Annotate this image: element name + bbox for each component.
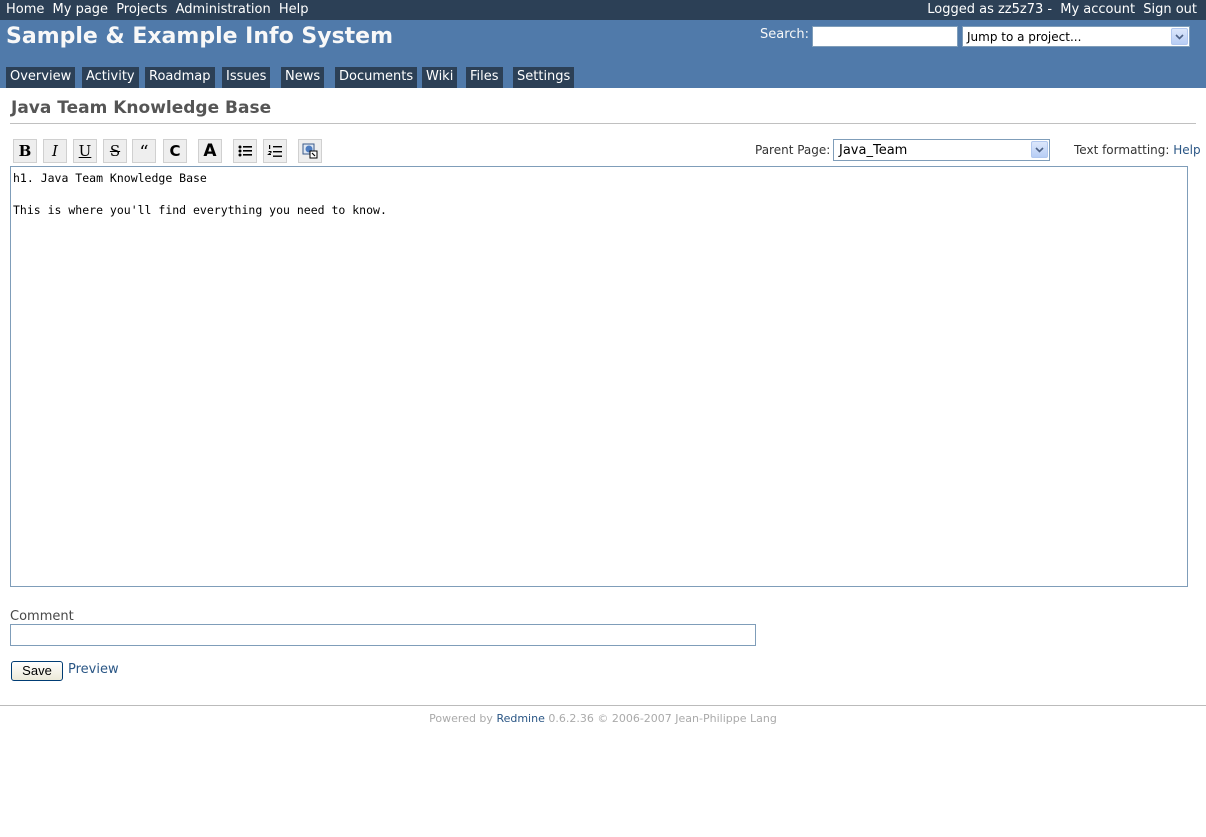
bold-icon[interactable]: B bbox=[13, 139, 37, 163]
tab-overview[interactable]: Overview bbox=[6, 67, 76, 88]
parent-page-select[interactable]: Java_Team bbox=[833, 139, 1050, 161]
my-account-link[interactable]: My account bbox=[1060, 2, 1135, 17]
footer-powered-by: Powered by bbox=[429, 712, 493, 725]
parent-page-value: Java_Team bbox=[839, 143, 908, 158]
heading-icon[interactable]: A bbox=[198, 139, 222, 163]
top-link-projects[interactable]: Projects bbox=[116, 2, 167, 17]
search-input[interactable] bbox=[812, 26, 958, 47]
search-label: Search: bbox=[760, 27, 810, 42]
bullet-list-icon[interactable] bbox=[233, 139, 257, 163]
title-divider bbox=[10, 123, 1196, 124]
link-icon[interactable] bbox=[298, 139, 322, 163]
top-link-my-page[interactable]: My page bbox=[53, 2, 109, 17]
tab-roadmap[interactable]: Roadmap bbox=[145, 67, 215, 88]
account-area: Logged as zz5z73 - My account Sign out bbox=[927, 2, 1197, 17]
tab-issues[interactable]: Issues bbox=[222, 67, 271, 88]
tab-activity[interactable]: Activity bbox=[82, 67, 139, 88]
jump-select-value: Jump to a project... bbox=[967, 30, 1082, 44]
top-menu: Home My page Projects Administration Hel… bbox=[0, 0, 1206, 20]
comment-label: Comment bbox=[10, 609, 74, 624]
tab-news[interactable]: News bbox=[281, 67, 325, 88]
redmine-link[interactable]: Redmine bbox=[496, 712, 544, 725]
chevron-down-icon[interactable] bbox=[1171, 28, 1188, 45]
wiki-content-textarea[interactable]: h1. Java Team Knowledge Base This is whe… bbox=[10, 166, 1188, 587]
top-link-administration[interactable]: Administration bbox=[176, 2, 271, 17]
logged-as-text: Logged as zz5z73 - bbox=[927, 2, 1053, 17]
sign-out-link[interactable]: Sign out bbox=[1143, 2, 1197, 17]
tab-wiki[interactable]: Wiki bbox=[422, 67, 458, 88]
site-title: Sample & Example Info System bbox=[6, 24, 394, 49]
footer: Powered by Redmine 0.6.2.36 © 2006-2007 … bbox=[0, 712, 1206, 725]
footer-version: 0.6.2.36 © 2006-2007 Jean-Philippe Lang bbox=[548, 712, 777, 725]
chevron-down-icon[interactable] bbox=[1031, 141, 1048, 158]
top-link-help[interactable]: Help bbox=[279, 2, 309, 17]
numbered-list-icon[interactable] bbox=[263, 139, 287, 163]
top-menu-left: Home My page Projects Administration Hel… bbox=[6, 2, 313, 17]
comment-input[interactable] bbox=[10, 624, 756, 646]
tab-settings[interactable]: Settings bbox=[513, 67, 575, 88]
strikethrough-icon[interactable]: S bbox=[103, 139, 127, 163]
text-formatting-help-link[interactable]: Help bbox=[1173, 143, 1200, 157]
footer-divider bbox=[0, 705, 1206, 706]
text-formatting: Text formatting: Help bbox=[1074, 143, 1201, 157]
quote-icon[interactable]: “ bbox=[132, 139, 156, 163]
tab-documents[interactable]: Documents bbox=[335, 67, 418, 88]
tab-files[interactable]: Files bbox=[466, 67, 503, 88]
parent-page-label: Parent Page: bbox=[755, 143, 831, 157]
underline-icon[interactable]: U bbox=[73, 139, 97, 163]
jump-to-project-select[interactable]: Jump to a project... bbox=[962, 26, 1190, 47]
page-title: Java Team Knowledge Base bbox=[11, 98, 272, 118]
save-button[interactable]: Save bbox=[11, 661, 63, 681]
italic-icon[interactable]: I bbox=[43, 139, 67, 163]
top-link-home[interactable]: Home bbox=[6, 2, 44, 17]
preview-link[interactable]: Preview bbox=[68, 662, 119, 677]
header: Sample & Example Info System Search: Jum… bbox=[0, 20, 1206, 88]
code-icon[interactable]: C bbox=[163, 139, 187, 163]
text-formatting-label: Text formatting: bbox=[1074, 143, 1170, 157]
